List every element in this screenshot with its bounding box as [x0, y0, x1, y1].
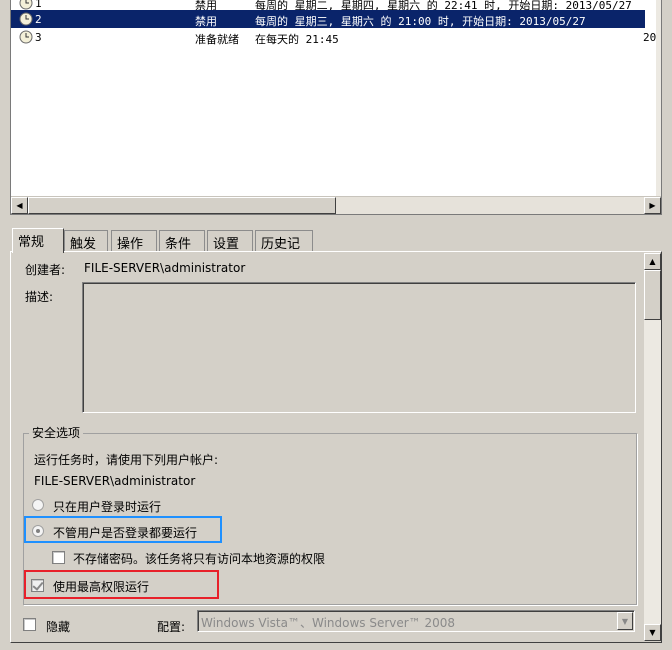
clock-icon — [19, 12, 33, 26]
scroll-down-button[interactable]: ▼ — [644, 624, 661, 641]
task-status: 准备就绪 — [195, 33, 239, 46]
checkbox-do-not-store-password[interactable] — [52, 551, 65, 564]
scroll-right-button[interactable]: ▶ — [644, 197, 661, 214]
checkbox-do-not-store-password-label[interactable]: 不存储密码。该任务将只有访问本地资源的权限 — [73, 550, 325, 567]
task-row[interactable]: 3 准备就绪 在每天的 21:45 201 — [11, 28, 661, 46]
chevron-down-icon[interactable]: ▼ — [617, 612, 633, 630]
config-select-value: Windows Vista™、Windows Server™ 2008 — [201, 616, 456, 630]
task-trigger: 在每天的 21:45 — [255, 33, 339, 46]
task-trigger: 每周的 星期三, 星期六 的 21:00 时, 开始日期: 2013/05/27 — [255, 15, 586, 28]
config-label: 配置: — [157, 620, 186, 634]
task-list-vertical-scrollbar[interactable] — [656, 0, 661, 196]
scroll-thumb[interactable] — [644, 270, 661, 320]
task-list[interactable]: 1 禁用 每周的 星期二, 星期四, 星期六 的 22:41 时, 开始日期: … — [10, 0, 662, 215]
scroll-left-button[interactable]: ◀ — [11, 197, 28, 214]
scroll-up-button[interactable]: ▲ — [644, 253, 661, 270]
tab-general[interactable]: 常规 — [12, 228, 64, 253]
task-name: 1 — [35, 0, 42, 10]
checkbox-hidden[interactable] — [23, 618, 36, 631]
checkbox-hidden-label[interactable]: 隐藏 — [46, 618, 70, 635]
task-name: 2 — [35, 13, 42, 26]
tab-actions[interactable]: 操作 — [111, 230, 157, 252]
general-tab-panel: 创建者: FILE-SERVER\administrator 描述: 安全选项 … — [10, 251, 662, 643]
radio-run-only-logged-on[interactable] — [32, 499, 44, 511]
highlight-box-red — [24, 570, 219, 599]
tab-strip: 常规 触发器 操作 条件 设置 历史记录 — [10, 228, 662, 271]
tab-triggers[interactable]: 触发器 — [64, 230, 108, 271]
task-status: 禁用 — [195, 15, 217, 28]
creator-label: 创建者: — [25, 263, 66, 277]
run-as-user: FILE-SERVER\administrator — [34, 474, 196, 488]
config-select[interactable]: Windows Vista™、Windows Server™ 2008 ▼ — [197, 610, 635, 632]
description-field[interactable] — [82, 282, 636, 413]
task-name: 3 — [35, 31, 42, 44]
tab-conditions[interactable]: 条件 — [159, 230, 205, 252]
task-row[interactable]: 2 禁用 每周的 星期三, 星期六 的 21:00 时, 开始日期: 2013/… — [11, 10, 645, 28]
creator-value: FILE-SERVER\administrator — [84, 261, 246, 275]
panel-vertical-scrollbar[interactable]: ▲ ▼ — [644, 253, 661, 641]
tab-history[interactable]: 历史记录 — [255, 230, 313, 271]
task-properties-window: 1 禁用 每周的 星期二, 星期四, 星期六 的 22:41 时, 开始日期: … — [0, 0, 672, 650]
description-label: 描述: — [25, 290, 54, 304]
clock-icon — [19, 0, 33, 10]
task-list-horizontal-scrollbar[interactable]: ◀ ▶ — [11, 196, 661, 214]
tab-settings[interactable]: 设置 — [207, 230, 253, 252]
highlight-box-blue — [24, 516, 222, 543]
radio-run-only-logged-on-label[interactable]: 只在用户登录时运行 — [53, 498, 161, 515]
scroll-thumb[interactable] — [28, 197, 336, 214]
run-as-text: 运行任务时，请使用下列用户帐户: — [34, 453, 219, 467]
clock-icon — [19, 30, 33, 44]
security-options-legend: 安全选项 — [29, 424, 84, 441]
